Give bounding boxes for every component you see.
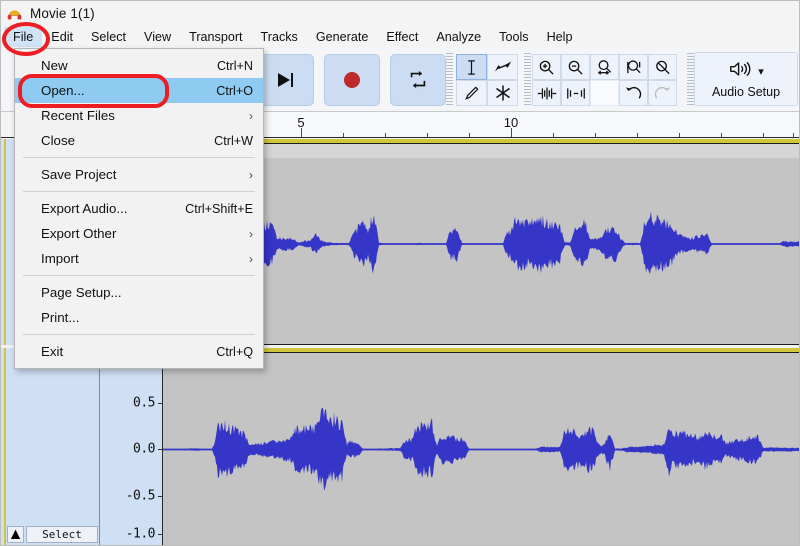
loop-button[interactable] [390,54,446,106]
audio-setup-toolbar: ▾ Audio Setup [694,52,798,110]
track-2-collapse-button[interactable]: ▲ [7,526,24,543]
toolbar-grip-audio-setup[interactable] [687,53,694,107]
title-bar: Movie 1(1) [0,0,800,26]
menu-item-export-audio-label: Export Audio... [41,201,128,216]
fit-project-button[interactable] [619,54,648,80]
track-2-waveform-svg [163,407,800,491]
zoom-toggle-button[interactable] [648,54,677,80]
menu-view[interactable]: View [135,27,180,47]
menu-item-export-other[interactable]: Export Other › [15,221,263,246]
toolbar-spacer [590,80,619,106]
envelope-tool[interactable] [487,54,518,80]
multi-tool[interactable] [487,80,518,106]
menu-item-exit-accel: Ctrl+Q [216,344,253,359]
track-2: ▲ Select 1.0 0.5 0.0 -0.5 -1.0 [0,348,800,546]
menu-item-close-accel: Ctrl+W [214,133,253,148]
silence-audio-button[interactable] [561,80,590,106]
menu-item-print[interactable]: Print... [15,305,263,330]
menu-item-new[interactable]: New Ctrl+N [15,53,263,78]
file-dropdown-menu[interactable]: New Ctrl+N Open... Ctrl+O Recent Files ›… [14,48,264,369]
toolbar-grip-tools[interactable] [446,53,453,107]
menu-item-page-setup-label: Page Setup... [41,285,122,300]
menu-tools[interactable]: Tools [490,27,537,47]
menu-item-export-other-label: Export Other [41,226,117,241]
chevron-down-icon[interactable]: ▾ [758,65,764,78]
speaker-icon [728,60,752,83]
menu-separator-3 [23,275,255,276]
track-2-select-button[interactable]: Select [26,526,98,543]
edit-toolbar [532,54,677,112]
menu-generate[interactable]: Generate [307,27,378,47]
menu-bar: File Edit Select View Transport Tracks G… [0,26,800,48]
menu-select[interactable]: Select [82,27,135,47]
transport-toolbar [258,51,446,109]
ruler-label-5: 5 [297,115,305,130]
undo-button[interactable] [619,80,648,106]
submenu-arrow-icon: › [249,167,253,182]
track-2-vertical-ruler: 1.0 0.5 0.0 -0.5 -1.0 [100,348,163,546]
menu-item-import[interactable]: Import › [15,246,263,271]
track-2-control-panel[interactable]: ▲ Select [0,348,100,546]
vruler-label--1: -1.0 [125,526,156,542]
ruler-label-10: 10 [503,115,519,130]
zoom-out-button[interactable] [561,54,590,80]
fit-selection-button[interactable] [590,54,619,80]
menu-tracks[interactable]: Tracks [252,27,307,47]
vruler-label-0.5: 0.5 [133,395,155,411]
menu-item-new-label: New [41,58,68,73]
menu-item-open[interactable]: Open... Ctrl+O [15,78,263,103]
menu-item-close-label: Close [41,133,75,148]
menu-item-export-audio-accel: Ctrl+Shift+E [185,201,253,216]
menu-help[interactable]: Help [538,27,582,47]
toolbar-grip-edit[interactable] [524,53,531,107]
tools-toolbar [456,54,518,112]
menu-item-page-setup[interactable]: Page Setup... [15,280,263,305]
selection-tool[interactable] [456,54,487,80]
draw-tool[interactable] [456,80,487,106]
audacity-window: Movie 1(1) File Edit Select View Transpo… [0,0,800,546]
menu-item-save-project-label: Save Project [41,167,117,182]
menu-item-recent-files[interactable]: Recent Files › [15,103,263,128]
menu-separator-1 [23,157,255,158]
menu-item-import-label: Import [41,251,79,266]
track-2-waveform[interactable] [163,353,800,546]
menu-item-exit-label: Exit [41,344,64,359]
menu-item-new-accel: Ctrl+N [216,58,253,73]
menu-item-exit[interactable]: Exit Ctrl+Q [15,339,263,364]
menu-analyze[interactable]: Analyze [427,27,490,47]
menu-item-save-project[interactable]: Save Project › [15,162,263,187]
menu-separator-4 [23,334,255,335]
submenu-arrow-icon: › [249,226,253,241]
menu-item-export-audio[interactable]: Export Audio... Ctrl+Shift+E [15,196,263,221]
submenu-arrow-icon: › [249,108,253,123]
menu-file[interactable]: File [4,27,43,47]
submenu-arrow-icon: › [249,251,253,266]
menu-item-open-label: Open... [41,83,85,98]
menu-item-print-label: Print... [41,310,80,325]
window-title: Movie 1(1) [30,5,95,21]
audio-setup-button[interactable]: ▾ Audio Setup [694,52,798,106]
menu-separator-2 [23,191,255,192]
audio-setup-label: Audio Setup [711,84,781,99]
menu-item-recent-files-label: Recent Files [41,108,115,123]
vruler-label-0: 0.0 [133,441,155,457]
menu-edit[interactable]: Edit [42,27,82,47]
audacity-headphones-icon [6,5,23,22]
skip-to-end-button[interactable] [258,54,314,106]
menu-item-close[interactable]: Close Ctrl+W [15,128,263,153]
menu-transport[interactable]: Transport [180,27,251,47]
trim-audio-button[interactable] [532,80,561,106]
record-button[interactable] [324,54,380,106]
redo-button[interactable] [648,80,677,106]
menu-item-open-accel: Ctrl+O [216,83,253,98]
vruler-label--0.5: -0.5 [125,488,156,504]
zoom-in-button[interactable] [532,54,561,80]
menu-effect[interactable]: Effect [377,27,427,47]
